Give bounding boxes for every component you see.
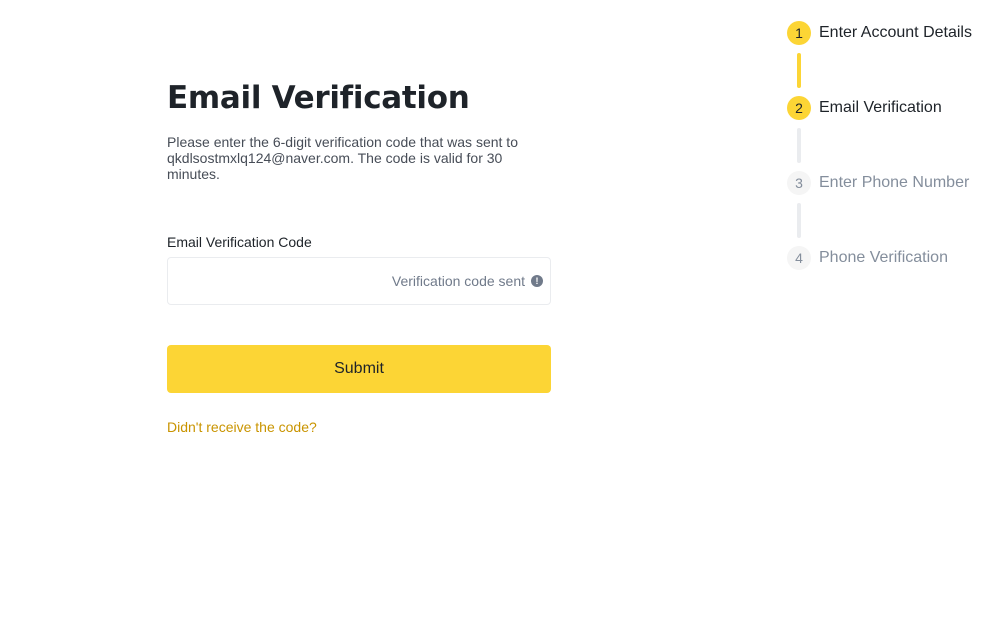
verification-code-input[interactable] — [168, 257, 392, 305]
step-label: Phone Verification — [819, 249, 948, 266]
step-connector — [797, 203, 801, 238]
code-field-label: Email Verification Code — [167, 234, 312, 250]
step-enter-account-details: 1 Enter Account Details — [787, 21, 999, 45]
step-connector — [797, 128, 801, 163]
code-field[interactable]: Verification code sent ! — [167, 257, 551, 305]
step-enter-phone-number: 3 Enter Phone Number — [787, 171, 999, 195]
step-label: Email Verification — [819, 99, 942, 116]
verification-form: Email Verification Please enter the 6-di… — [167, 78, 551, 437]
step-number: 1 — [787, 21, 811, 45]
step-label: Enter Phone Number — [819, 174, 970, 191]
alert-circle-icon[interactable]: ! — [531, 275, 543, 287]
step-number: 3 — [787, 171, 811, 195]
code-sent-status: Verification code sent — [391, 273, 525, 289]
resend-code-link[interactable]: Didn't receive the code? — [167, 419, 317, 435]
page-title: Email Verification — [167, 80, 470, 116]
instructions-text: Please enter the 6-digit verification co… — [167, 134, 518, 182]
step-number: 4 — [787, 246, 811, 270]
step-email-verification: 2 Email Verification — [787, 96, 999, 120]
step-connector — [797, 53, 801, 88]
progress-stepper: 1 Enter Account Details 2 Email Verifica… — [787, 21, 999, 270]
submit-button[interactable]: Submit — [167, 345, 551, 393]
step-phone-verification: 4 Phone Verification — [787, 246, 999, 270]
step-number: 2 — [787, 96, 811, 120]
page: Email Verification Please enter the 6-di… — [0, 0, 999, 636]
step-label: Enter Account Details — [819, 24, 972, 41]
